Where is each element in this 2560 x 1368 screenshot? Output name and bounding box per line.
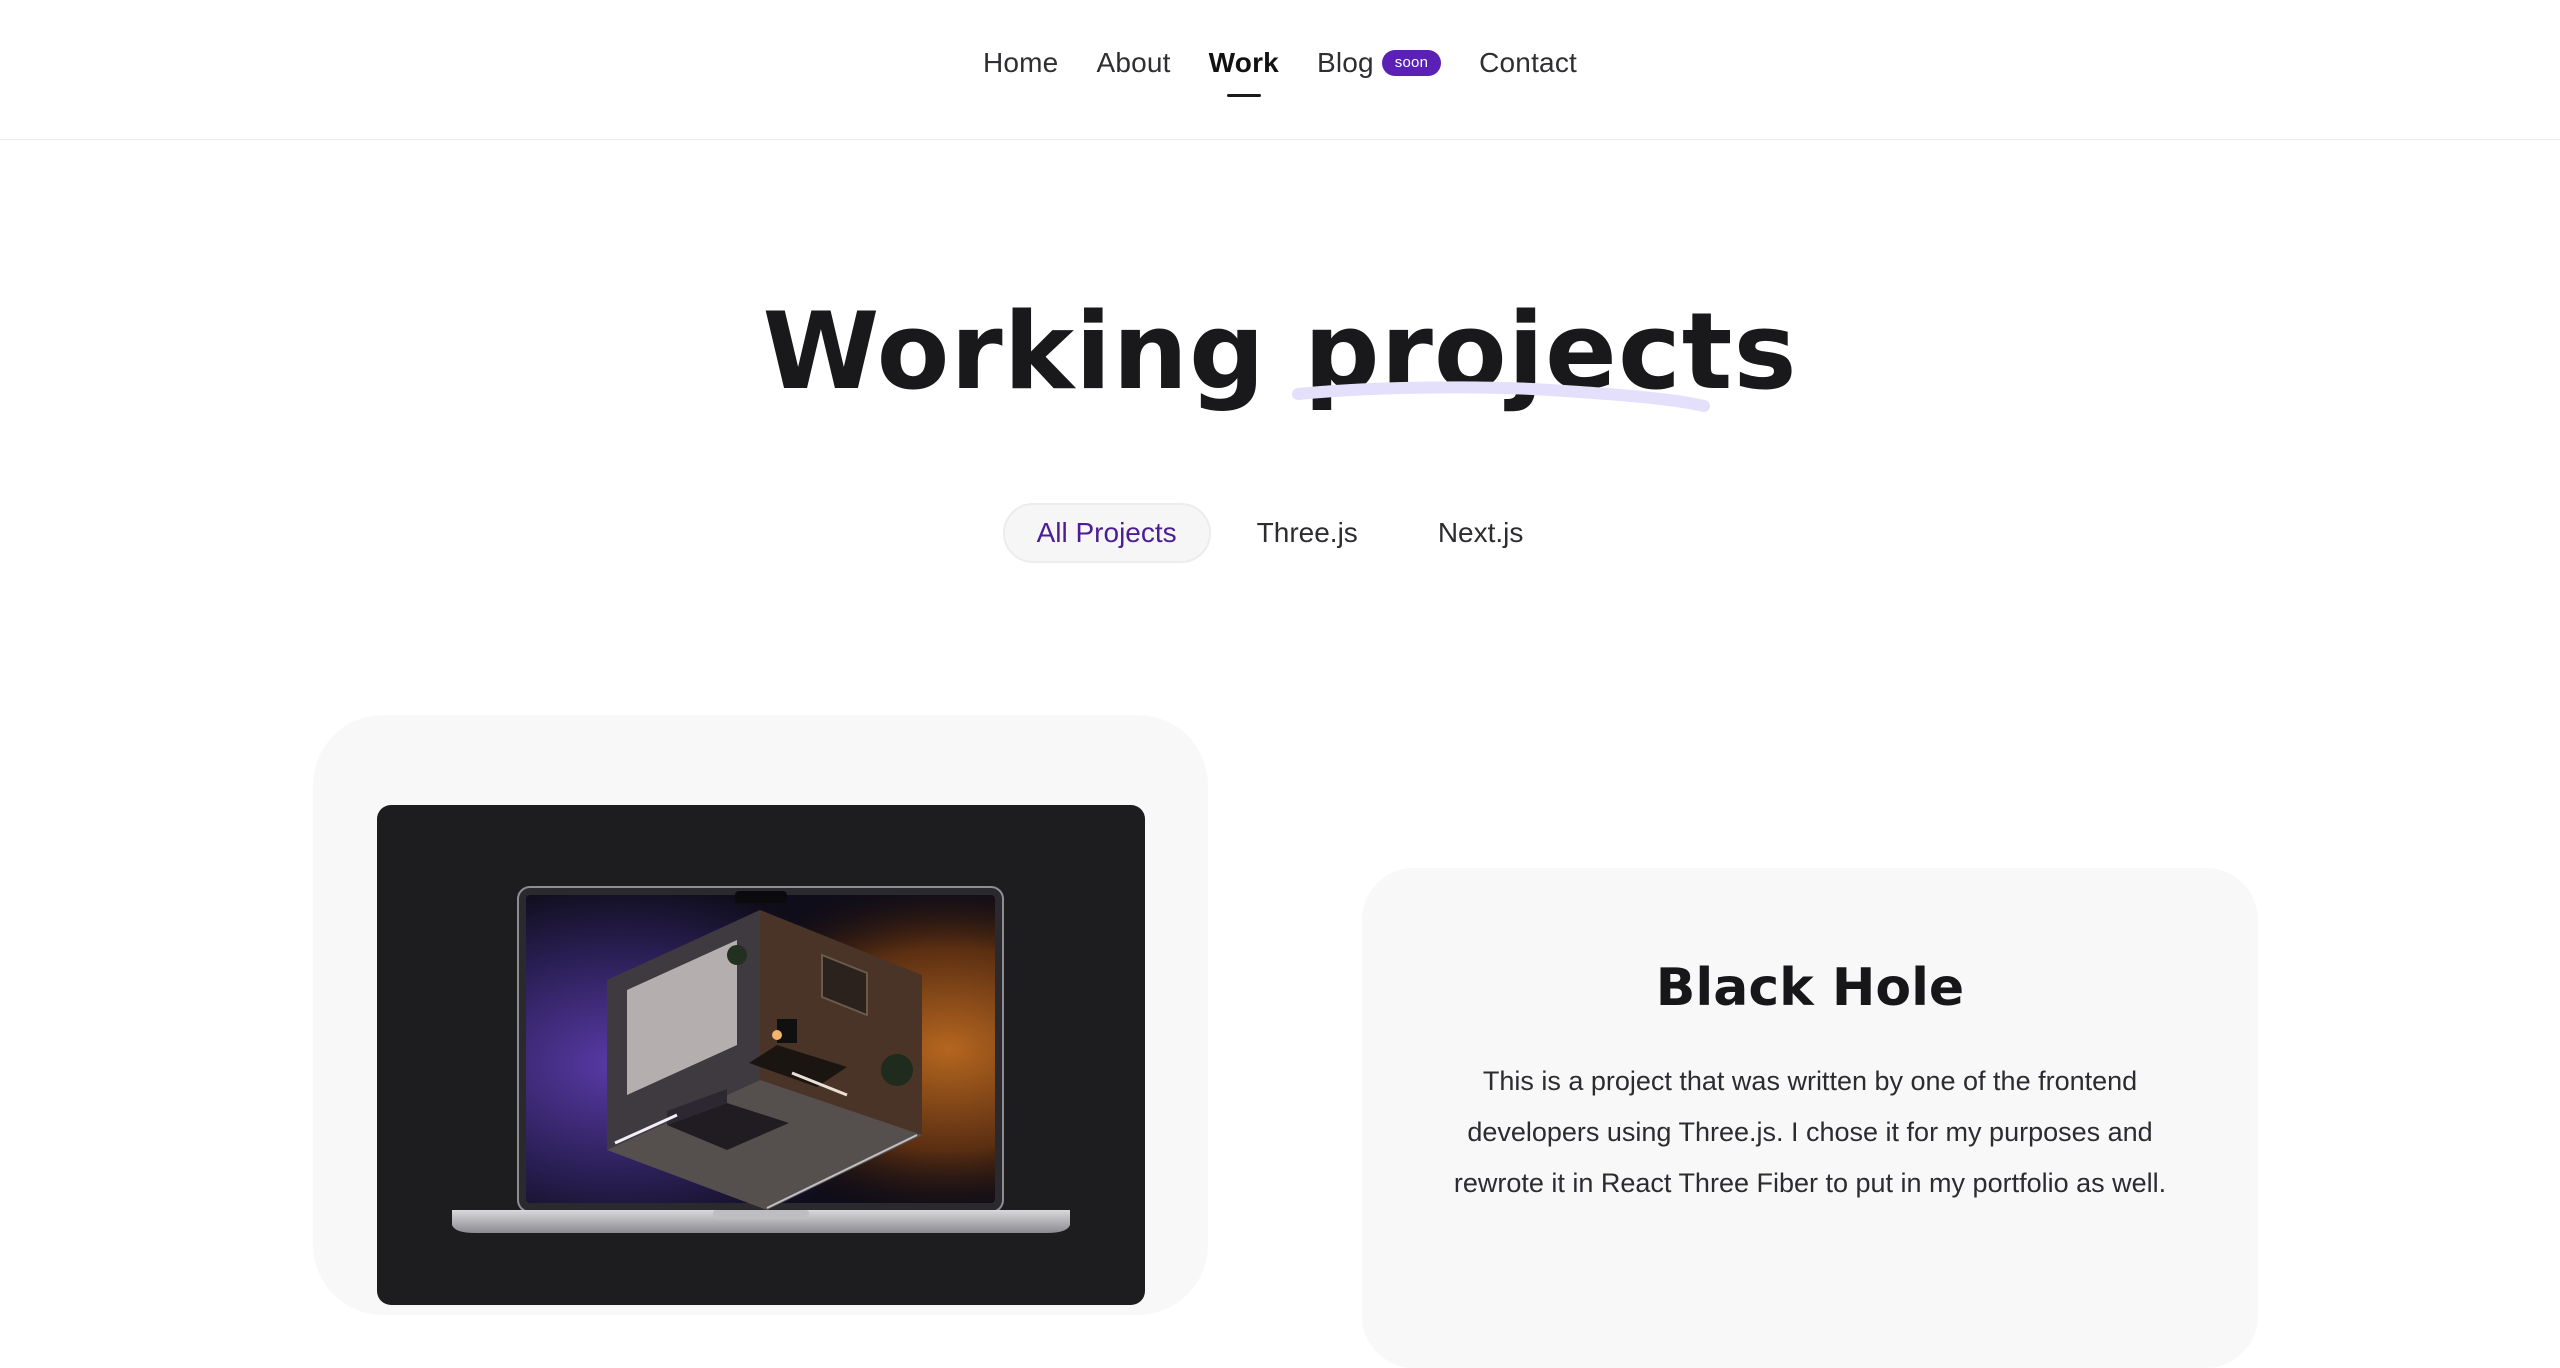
project-info-card: Black Hole This is a project that was wr… xyxy=(1362,868,2258,1368)
project-preview[interactable] xyxy=(377,805,1145,1305)
title-underline-stroke xyxy=(1292,381,1710,412)
nav-list: Home About Work Blog soon Contact xyxy=(0,42,2560,97)
nav-item-home-label: Home xyxy=(982,47,1059,78)
top-navigation: Home About Work Blog soon Contact xyxy=(0,0,2560,140)
filter-all-projects[interactable]: All Projects xyxy=(1002,503,1211,563)
page-title: Working projects xyxy=(762,290,1798,413)
soon-badge: soon xyxy=(1381,50,1442,76)
nav-item-blog-label: Blog xyxy=(1316,47,1374,78)
nav-item-contact[interactable]: Contact xyxy=(1479,42,1577,84)
project-description: This is a project that was written by on… xyxy=(1453,1066,2167,1198)
nav-item-about-label: About xyxy=(1096,47,1171,78)
nav-item-contact-label: Contact xyxy=(1479,47,1578,78)
filter-nextjs[interactable]: Next.js xyxy=(1404,503,1558,563)
nav-item-work[interactable]: Work xyxy=(1208,42,1279,97)
active-nav-indicator xyxy=(1226,94,1261,97)
nav-item-home[interactable]: Home xyxy=(983,42,1059,84)
project-title: Black Hole xyxy=(1655,958,1965,1018)
laptop-illustration xyxy=(452,886,1070,1233)
filter-threejs[interactable]: Three.js xyxy=(1223,503,1392,563)
nav-item-work-label: Work xyxy=(1208,47,1279,78)
nav-item-about[interactable]: About xyxy=(1096,42,1170,84)
nav-item-blog[interactable]: Blog soon xyxy=(1316,42,1442,84)
project-filters: All Projects Three.js Next.js xyxy=(0,503,2560,563)
